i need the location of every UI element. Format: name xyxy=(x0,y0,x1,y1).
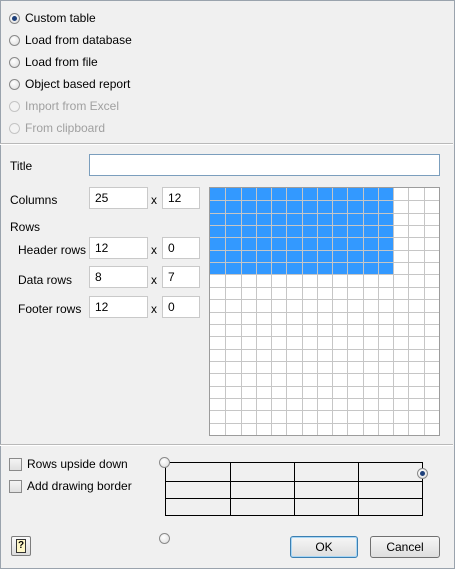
radio-object-based-report-label: Object based report xyxy=(25,77,131,91)
separator-top xyxy=(0,143,453,145)
header-rows-x-sign: x xyxy=(151,243,157,257)
radio-from-clipboard: From clipboard xyxy=(9,119,105,137)
title-label: Title xyxy=(10,159,33,173)
radio-object-based-report[interactable]: Object based report xyxy=(9,75,130,93)
add-drawing-border-label: Add drawing border xyxy=(27,479,132,493)
header-rows-height-input[interactable]: 0 xyxy=(162,237,200,259)
radio-load-from-file-label: Load from file xyxy=(25,55,98,69)
rows-upside-down-option[interactable]: Rows upside down xyxy=(9,455,128,473)
ok-button[interactable]: OK xyxy=(290,536,358,558)
help-button[interactable]: ? xyxy=(11,536,31,556)
add-drawing-border-option[interactable]: Add drawing border xyxy=(9,477,132,495)
title-input[interactable] xyxy=(89,154,440,176)
radio-from-clipboard-label: From clipboard xyxy=(25,121,106,135)
header-rows-label: Header rows xyxy=(18,243,87,257)
table-size-grid-canvas[interactable] xyxy=(210,188,439,435)
help-icon: ? xyxy=(16,539,26,553)
columns-label: Columns xyxy=(10,193,58,207)
radio-load-from-database-indicator[interactable] xyxy=(9,34,20,46)
data-rows-label: Data rows xyxy=(18,273,73,287)
rows-label: Rows xyxy=(10,220,41,234)
add-drawing-border-checkbox[interactable] xyxy=(9,479,22,493)
columns-width-input[interactable]: 12 xyxy=(162,187,200,209)
columns-x-sign: x xyxy=(151,193,157,207)
footer-rows-height-input[interactable]: 0 xyxy=(162,296,200,318)
data-rows-count-input[interactable]: 8 xyxy=(89,266,148,288)
radio-load-from-file-indicator[interactable] xyxy=(9,56,20,68)
radio-custom-table-label: Custom table xyxy=(25,11,96,25)
anchor-bottom-left-radio[interactable] xyxy=(159,533,170,544)
header-rows-count-input[interactable]: 12 xyxy=(89,237,148,259)
radio-load-from-database[interactable]: Load from database xyxy=(9,31,132,49)
cancel-button[interactable]: Cancel xyxy=(370,536,440,558)
anchor-top-left-radio[interactable] xyxy=(159,457,170,468)
radio-import-from-excel-label: Import from Excel xyxy=(25,99,120,113)
radio-custom-table[interactable]: Custom table xyxy=(9,9,96,27)
table-size-grid[interactable] xyxy=(209,187,440,436)
anchor-top-right-radio[interactable] xyxy=(417,468,428,479)
radio-object-based-report-indicator[interactable] xyxy=(9,78,20,90)
footer-rows-x-sign: x xyxy=(151,302,157,316)
data-rows-x-sign: x xyxy=(151,273,157,287)
anchor-preview-table xyxy=(165,462,423,516)
separator-bottom xyxy=(0,444,453,446)
radio-load-from-database-label: Load from database xyxy=(25,33,132,47)
radio-import-from-excel-indicator xyxy=(9,100,20,112)
radio-import-from-excel: Import from Excel xyxy=(9,97,119,115)
radio-load-from-file[interactable]: Load from file xyxy=(9,53,98,71)
footer-rows-count-input[interactable]: 12 xyxy=(89,296,148,318)
radio-from-clipboard-indicator xyxy=(9,122,20,134)
rows-upside-down-label: Rows upside down xyxy=(27,457,128,471)
columns-count-input[interactable]: 25 xyxy=(89,187,148,209)
footer-rows-label: Footer rows xyxy=(18,302,82,316)
data-rows-height-input[interactable]: 7 xyxy=(162,266,200,288)
rows-upside-down-checkbox[interactable] xyxy=(9,457,22,471)
radio-custom-table-indicator[interactable] xyxy=(9,12,20,24)
